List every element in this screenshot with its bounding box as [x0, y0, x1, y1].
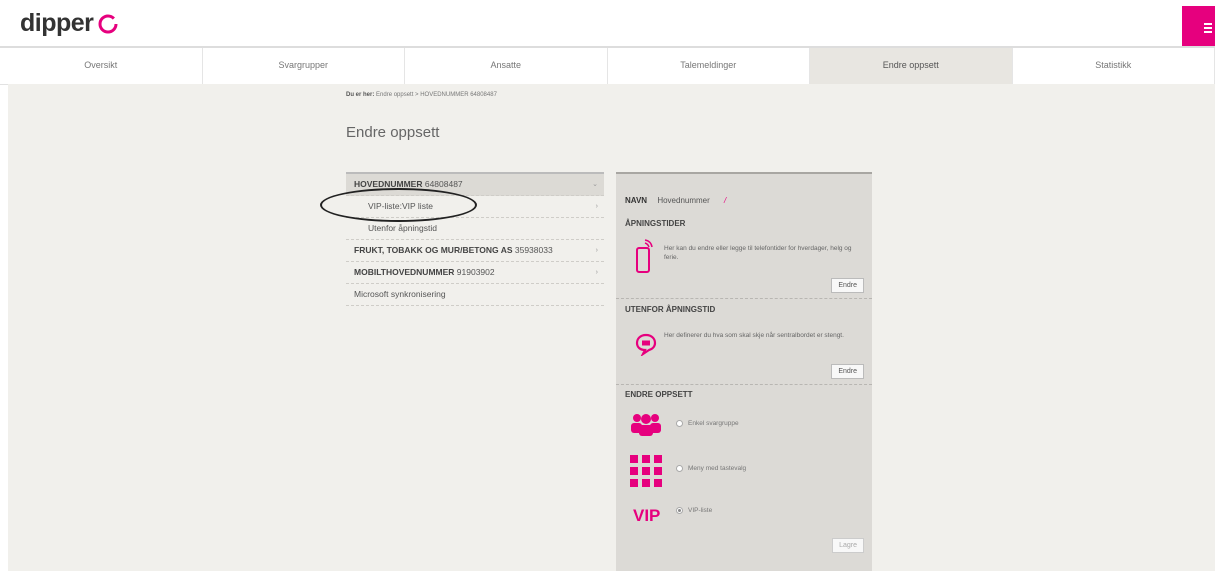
tab-oversikt[interactable]: Oversikt: [0, 48, 203, 84]
tree-item-mobilthovednummer[interactable]: MOBILTHOVEDNUMMER 91903902 ›: [346, 262, 604, 284]
tab-ansatte[interactable]: Ansatte: [405, 48, 608, 84]
option-enkel-svargruppe[interactable]: Enkel svargruppe: [676, 420, 739, 427]
save-button[interactable]: Lagre: [832, 538, 864, 553]
phone-icon: [636, 239, 653, 273]
chevron-down-icon: ⌄: [592, 181, 598, 188]
edit-pencil-icon[interactable]: /: [724, 196, 726, 205]
radio-button[interactable]: [676, 420, 683, 427]
chevron-right-icon: ›: [595, 247, 598, 254]
radio-button-selected[interactable]: [676, 507, 683, 514]
tree-item-frukt-tobakk[interactable]: FRUKT, TOBAKK OG MUR/BETONG AS 35938033 …: [346, 240, 604, 262]
option-label: Enkel svargruppe: [688, 420, 739, 427]
radio-button[interactable]: [676, 465, 683, 472]
edit-opening-hours-button[interactable]: Endre: [831, 278, 864, 293]
group-icon: [631, 414, 661, 436]
keypad-icon: [630, 455, 662, 487]
tree-item-label: Microsoft synkronisering: [354, 289, 446, 299]
tree-item-label: Utenfor åpningstid: [368, 223, 437, 233]
tree-item-bold-label: FRUKT, TOBAKK OG MUR/BETONG AS: [354, 245, 513, 255]
closed-hours-text: Her definerer du hva som skal skje når s…: [664, 332, 844, 339]
closed-hours-title: UTENFOR ÅPNINGSTID: [625, 305, 716, 314]
tab-talemeldinger[interactable]: Talemeldinger: [608, 48, 810, 84]
opening-hours-text: Her kan du endre eller legge til telefon…: [664, 245, 852, 261]
tab-endre-oppsett[interactable]: Endre oppsett: [810, 48, 1013, 84]
top-bar: dipper: [0, 0, 1215, 48]
edit-closed-hours-button[interactable]: Endre: [831, 364, 864, 379]
option-label: Meny med tastevalg: [688, 465, 747, 472]
logo-ring-icon: [98, 14, 118, 33]
main-nav: Oversikt Svargrupper Ansatte Talemelding…: [0, 46, 1215, 85]
option-meny-med-tastevalg[interactable]: Meny med tastevalg: [676, 465, 746, 472]
settings-panel: NAVN Hovednummer / ÅPNINGSTIDER Her kan …: [616, 172, 872, 571]
highlight-annotation: [320, 188, 477, 222]
vip-icon: VIP: [633, 506, 661, 525]
chat-bubble-icon: [635, 333, 657, 356]
logo[interactable]: dipper: [20, 9, 119, 38]
menu-button[interactable]: [1182, 6, 1215, 48]
tree-item-number: 91903902: [454, 267, 495, 277]
divider: [616, 298, 872, 299]
tree-item-number: 64808487: [422, 179, 463, 189]
divider: [616, 384, 872, 385]
change-setup-title: ENDRE OPPSETT: [625, 390, 693, 399]
chevron-right-icon: ›: [595, 203, 598, 210]
tree-item-microsoft-sync[interactable]: Microsoft synkronisering: [346, 284, 604, 306]
name-value: Hovednummer: [657, 196, 710, 205]
tab-svargrupper[interactable]: Svargrupper: [203, 48, 405, 84]
option-label: VIP-liste: [688, 507, 713, 514]
logo-text: dipper: [20, 9, 94, 37]
breadcrumb-prefix: Du er her:: [346, 92, 375, 98]
opening-hours-title: ÅPNINGSTIDER: [625, 219, 686, 228]
tree-item-bold-label: MOBILTHOVEDNUMMER: [354, 267, 455, 277]
option-vip-liste[interactable]: VIP-liste: [676, 507, 712, 514]
name-label: NAVN: [625, 196, 648, 205]
main-content: Du er her: Endre oppsett > HOVEDNUMMER 6…: [8, 84, 1215, 571]
chevron-right-icon: ›: [595, 269, 598, 276]
breadcrumb: Du er her: Endre oppsett > HOVEDNUMMER 6…: [346, 92, 497, 98]
breadcrumb-path[interactable]: Endre oppsett > HOVEDNUMMER 64808487: [376, 92, 497, 98]
page-title: Endre oppsett: [346, 124, 440, 141]
name-row: NAVN Hovednummer /: [625, 196, 726, 205]
tab-statistikk[interactable]: Statistikk: [1013, 48, 1215, 84]
tree-item-number: 35938033: [512, 245, 553, 255]
